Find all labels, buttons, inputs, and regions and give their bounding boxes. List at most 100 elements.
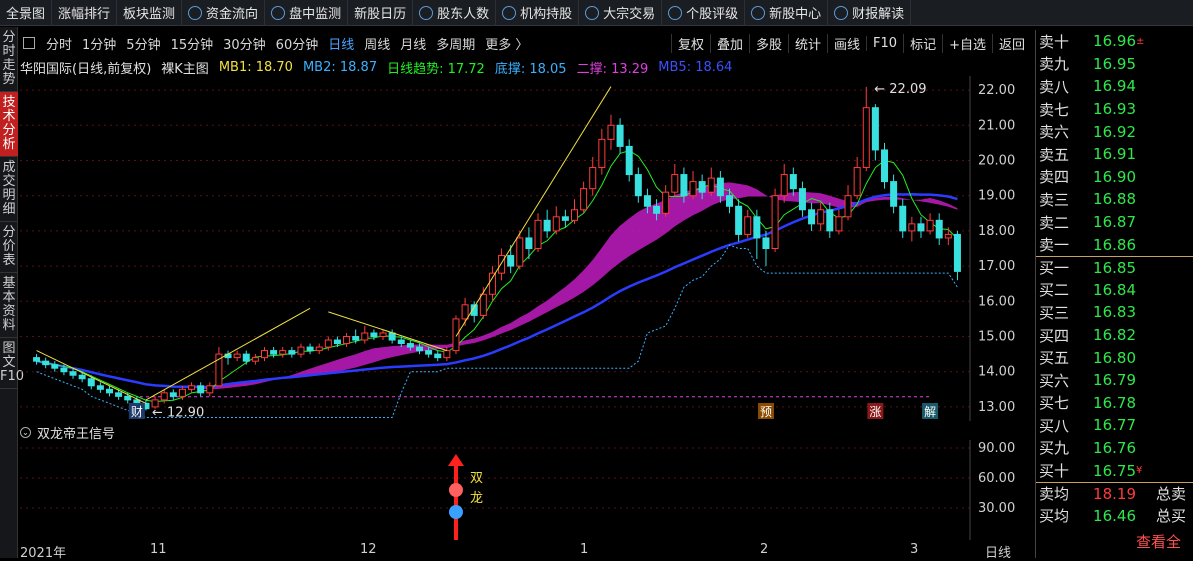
candle-body [744,216,752,235]
main-chart-type[interactable]: 裸K主图 [161,58,209,77]
menu-item-label: 股东人数 [437,7,490,22]
period-tab-2[interactable]: 5分钟 [121,34,165,53]
tool-button-7[interactable]: +自选 [942,33,992,53]
order-level-label: 卖二 [1039,213,1070,232]
order-book-row: 卖七 16.93 [1036,98,1193,121]
order-book-row: 卖三 16.88 [1036,188,1193,211]
candle-body [178,388,186,397]
flow-icon [188,5,203,20]
menu-item-8[interactable]: 大宗交易 [579,0,663,26]
tool-button-8[interactable]: 返回 [991,33,1031,53]
side-tab-3[interactable]: 分价表 [0,222,18,273]
candle-body [42,360,50,366]
signal-chart: 90.00 60.00 30.00 双龙 [20,440,1015,540]
order-level-label: 买九 [1039,439,1070,458]
order-total-label: 总卖 [1156,485,1187,504]
candle-body [379,332,387,338]
candle-body [917,223,925,232]
event-marker-yu[interactable]: 预 [757,403,774,419]
candlestick-chart[interactable]: 22.00 21.00 20.00 19.00 18.00 17.00 16.00 15.00… [20,76,1032,421]
candle-body [899,205,907,232]
candle-body [370,332,378,338]
candle-body [406,343,414,348]
order-level-label: 买一 [1039,259,1070,278]
period-tab-7[interactable]: 周线 [359,34,395,53]
candle-body [908,223,916,232]
candle-body [233,353,241,359]
period-tab-10[interactable]: 更多 〉 [480,34,533,53]
menu-item-label: 机构持股 [520,7,573,22]
candle-body [871,107,879,151]
period-tab-6[interactable]: 日线 [323,34,359,53]
legend-mb2: MB2: 18.87 [302,59,378,75]
tool-button-5[interactable]: F10 [866,35,903,51]
menu-item-label: 资金流向 [206,7,259,22]
side-tab-2[interactable]: 成交明细 [0,157,18,222]
candle-body [944,233,952,239]
tool-button-4[interactable]: 画线 [827,33,866,53]
menu-item-11[interactable]: 财报解读 [828,0,912,26]
order-book-row: 卖五 16.91 [1036,143,1193,166]
tool-button-1[interactable]: 叠加 [709,33,749,53]
candle-body [716,177,724,197]
trend-line [36,150,958,403]
tool-button-2[interactable]: 多股 [748,33,788,53]
toggle-panel-icon[interactable] [23,37,35,49]
order-book-panel: 卖十 16.96 ± 卖九 16.95 卖八 16.94 卖七 16.93 卖六 16.92 卖五 16… [1035,30,1193,558]
menu-item-10[interactable]: 新股中心 [745,0,829,26]
candle-body [197,385,205,394]
period-tab-0[interactable]: 分时 [41,34,77,53]
candle-body [333,339,341,345]
event-marker-jie[interactable]: 解 [922,403,939,419]
candle-body [671,174,679,193]
price-tick: 17.00 [978,259,1015,274]
menu-item-label: 全景图 [6,7,46,22]
menu-item-5[interactable]: 新股日历 [348,0,414,26]
candle-body [106,388,113,394]
block-trade-icon [585,5,600,20]
price-tick: 19.00 [978,189,1015,204]
chevron-down-icon[interactable]: ⌄ [20,426,31,438]
menu-item-1[interactable]: 涨幅排行 [52,0,118,26]
period-tab-4[interactable]: 30分钟 [218,34,271,53]
legend-second-support: 二撑: 13.29 [576,61,649,77]
order-book-row: 买五 16.80 [1036,346,1193,369]
candle-body [571,209,578,221]
menu-item-7[interactable]: 机构持股 [496,0,580,26]
candle-body [51,364,59,369]
menu-item-4[interactable]: 盘中监测 [265,0,349,26]
date-axis: 2021年 11 12 1 2 3 [20,540,980,561]
indicator-legend: 华阳国际(日线,前复权) 裸K主图 MB1: 18.70 MB2: 18.87 … [20,58,970,77]
event-marker-zhang[interactable]: 涨 [867,403,884,419]
side-tab-0[interactable]: 分时走势 [0,27,18,92]
menu-item-label: 涨幅排行 [58,7,111,22]
candle-body [780,174,788,197]
menu-item-0[interactable]: 全景图 [0,0,53,26]
tool-button-0[interactable]: 复权 [670,33,710,53]
menu-item-6[interactable]: 股东人数 [413,0,497,26]
candle-body [726,195,733,207]
side-tab-5[interactable]: 图文F10 [0,338,24,389]
menu-item-9[interactable]: 个股评级 [662,0,746,26]
candle-body [124,395,132,401]
period-tab-5[interactable]: 60分钟 [271,34,324,53]
side-tab-1[interactable]: 技术分析 [0,92,18,157]
tool-button-6[interactable]: 标记 [903,33,942,53]
menu-item-label: 新股日历 [354,7,407,22]
period-tab-3[interactable]: 15分钟 [166,34,219,53]
period-tab-9[interactable]: 多周期 [431,34,480,53]
period-tab-8[interactable]: 月线 [395,34,431,53]
tool-button-3[interactable]: 统计 [788,33,827,53]
event-marker-cai[interactable]: 财 [128,403,145,419]
view-all-link[interactable]: 查看全 [1036,527,1193,552]
candle-body [69,371,77,376]
candle-body [680,174,688,197]
period-tab-1[interactable]: 1分钟 [77,34,121,53]
candle-body [817,209,825,225]
menu-item-3[interactable]: 资金流向 [182,0,266,26]
menu-item-label: 财报解读 [852,7,905,22]
rating-icon [668,5,683,20]
side-tab-4[interactable]: 基本资料 [0,273,18,338]
order-level-price: 16.79 [1093,371,1136,390]
menu-item-2[interactable]: 板块监测 [117,0,183,26]
